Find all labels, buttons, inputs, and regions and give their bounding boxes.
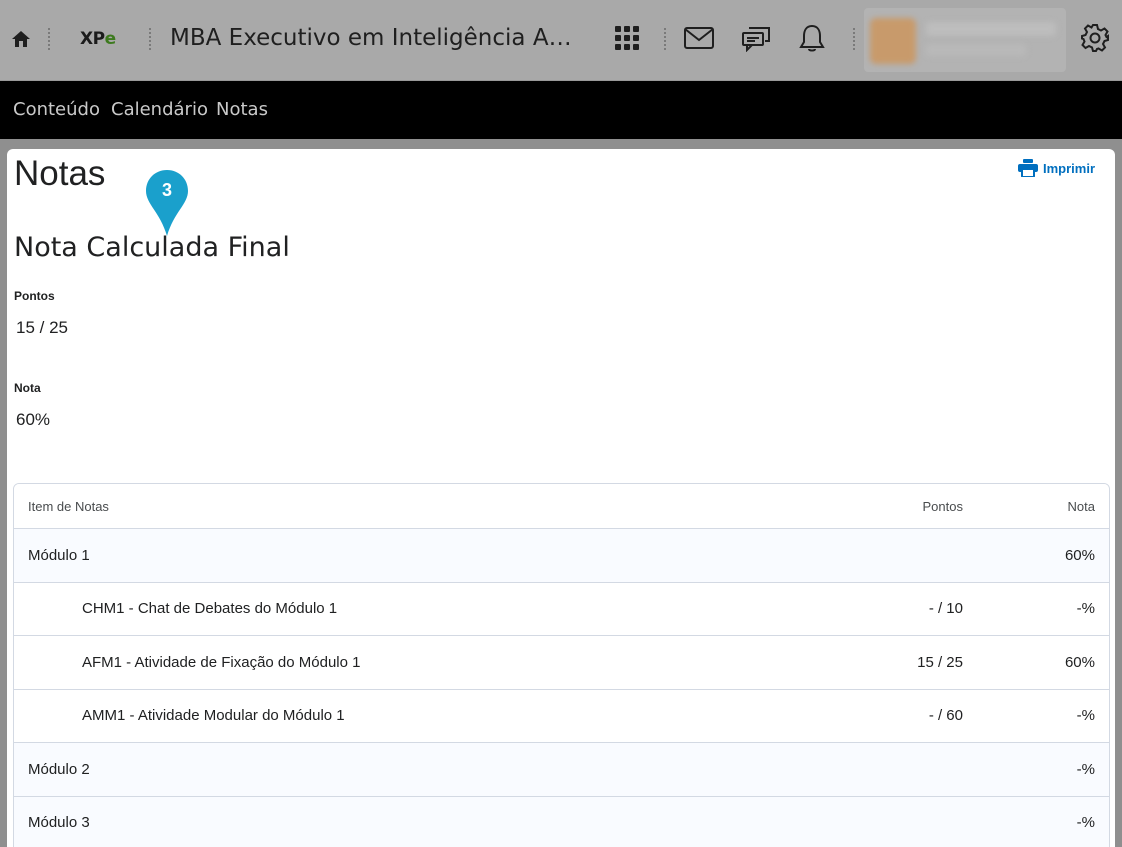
grade-value: 60% bbox=[16, 410, 51, 429]
row-name: AFM1 - Atividade de Fixação do Módulo 1 bbox=[82, 653, 361, 671]
print-button[interactable]: Imprimir bbox=[1018, 158, 1095, 178]
table-row-module[interactable]: Módulo 2 -% bbox=[14, 743, 1109, 797]
column-header-item: Item de Notas bbox=[28, 498, 109, 514]
mail-icon[interactable] bbox=[681, 20, 717, 56]
row-points: 15 / 25 bbox=[917, 653, 963, 671]
table-header: Item de Notas Pontos Nota bbox=[14, 484, 1109, 529]
header-separator bbox=[853, 28, 855, 50]
points-label: Pontos bbox=[14, 289, 55, 303]
step-marker-number: 3 bbox=[161, 180, 172, 200]
table-row-item[interactable]: AFM1 - Atividade de Fixação do Módulo 1 … bbox=[14, 636, 1109, 690]
chat-icon[interactable] bbox=[738, 20, 774, 56]
user-name-blurred bbox=[926, 22, 1056, 36]
course-title[interactable]: MBA Executivo em Inteligência Artificial bbox=[170, 22, 580, 54]
nav-item-calendario[interactable]: Calendário bbox=[111, 99, 208, 121]
table-row-item[interactable]: CHM1 - Chat de Debates do Módulo 1 - / 1… bbox=[14, 582, 1109, 636]
points-value: 15 / 25 bbox=[16, 318, 68, 337]
bell-icon[interactable] bbox=[794, 20, 830, 56]
user-role-blurred bbox=[926, 44, 1026, 56]
row-name: Módulo 3 bbox=[28, 814, 90, 832]
table-row-module[interactable]: Módulo 1 60% bbox=[14, 529, 1109, 583]
header-separator bbox=[149, 28, 151, 50]
table-row-module[interactable]: Módulo 3 -% bbox=[14, 796, 1109, 847]
row-points: - / 60 bbox=[928, 707, 963, 725]
row-grade: 60% bbox=[1064, 546, 1095, 564]
printer-icon bbox=[1018, 159, 1038, 177]
nav-item-notas[interactable]: Notas bbox=[216, 99, 268, 121]
waffle-icon[interactable] bbox=[609, 20, 645, 56]
table-row-item[interactable]: AMM1 - Atividade Modular do Módulo 1 - /… bbox=[14, 689, 1109, 743]
top-header: XPe MBA Executivo em Inteligência Artifi… bbox=[0, 0, 1122, 81]
row-grade: -% bbox=[1076, 707, 1095, 725]
row-name: Módulo 1 bbox=[28, 546, 90, 564]
header-separator bbox=[48, 28, 50, 50]
gear-icon[interactable] bbox=[1077, 20, 1113, 56]
row-points: - / 10 bbox=[928, 600, 963, 618]
row-name: AMM1 - Atividade Modular do Módulo 1 bbox=[82, 707, 345, 725]
row-grade: -% bbox=[1076, 760, 1095, 778]
step-marker-icon bbox=[146, 170, 188, 236]
home-icon[interactable] bbox=[8, 26, 34, 52]
final-grade-title: Nota Calculada Final bbox=[14, 232, 290, 263]
avatar bbox=[870, 18, 916, 64]
nav-item-conteudo[interactable]: Conteúdo bbox=[13, 99, 100, 121]
xpe-logo[interactable]: XP e bbox=[80, 27, 116, 51]
grade-label: Nota bbox=[14, 381, 41, 395]
row-name: Módulo 2 bbox=[28, 760, 90, 778]
course-navbar: Conteúdo Calendário Notas bbox=[0, 81, 1122, 139]
print-label: Imprimir bbox=[1043, 160, 1096, 176]
page-title: Notas bbox=[14, 154, 106, 193]
header-separator bbox=[664, 28, 666, 50]
grades-table: Item de Notas Pontos Nota Módulo 1 60% C… bbox=[13, 483, 1110, 847]
row-grade: -% bbox=[1076, 600, 1095, 618]
row-grade: -% bbox=[1076, 814, 1095, 832]
column-header-points: Pontos bbox=[922, 498, 963, 514]
row-name: CHM1 - Chat de Debates do Módulo 1 bbox=[82, 600, 338, 618]
row-grade: 60% bbox=[1064, 653, 1095, 671]
column-header-grade: Nota bbox=[1067, 498, 1095, 514]
user-menu-blurred[interactable] bbox=[864, 8, 1066, 72]
